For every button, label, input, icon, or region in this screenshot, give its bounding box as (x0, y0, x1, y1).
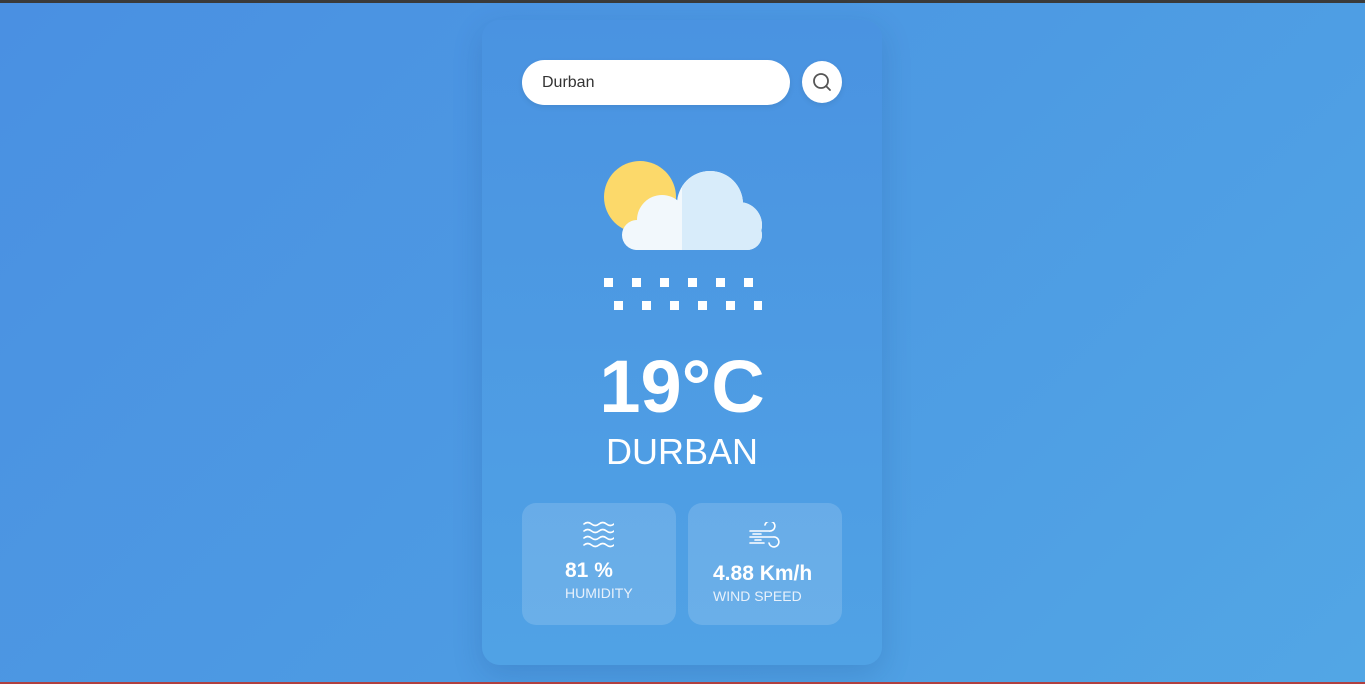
wind-label: WIND SPEED (713, 588, 802, 604)
humidity-waves-icon (583, 521, 614, 548)
weather-card: 19°C DURBAN 81 % HUMIDITY 4.88 Km/h WIND… (482, 20, 882, 665)
temperature: 19°C (599, 345, 765, 428)
sun-cloud-snow-icon (604, 161, 762, 310)
wind-value: 4.88 Km/h (713, 562, 813, 585)
humidity-value: 81 % (565, 559, 613, 582)
snow-dots (604, 278, 762, 310)
window-top-border (0, 0, 1365, 3)
humidity-label: HUMIDITY (565, 585, 633, 601)
city-name: DURBAN (605, 431, 758, 472)
wind-icon (749, 522, 780, 548)
search-button[interactable] (802, 61, 842, 103)
search-icon (813, 73, 831, 91)
humidity-panel: 81 % HUMIDITY (522, 503, 676, 625)
wind-panel: 4.88 Km/h WIND SPEED (688, 503, 842, 625)
search-input[interactable] (522, 60, 790, 105)
